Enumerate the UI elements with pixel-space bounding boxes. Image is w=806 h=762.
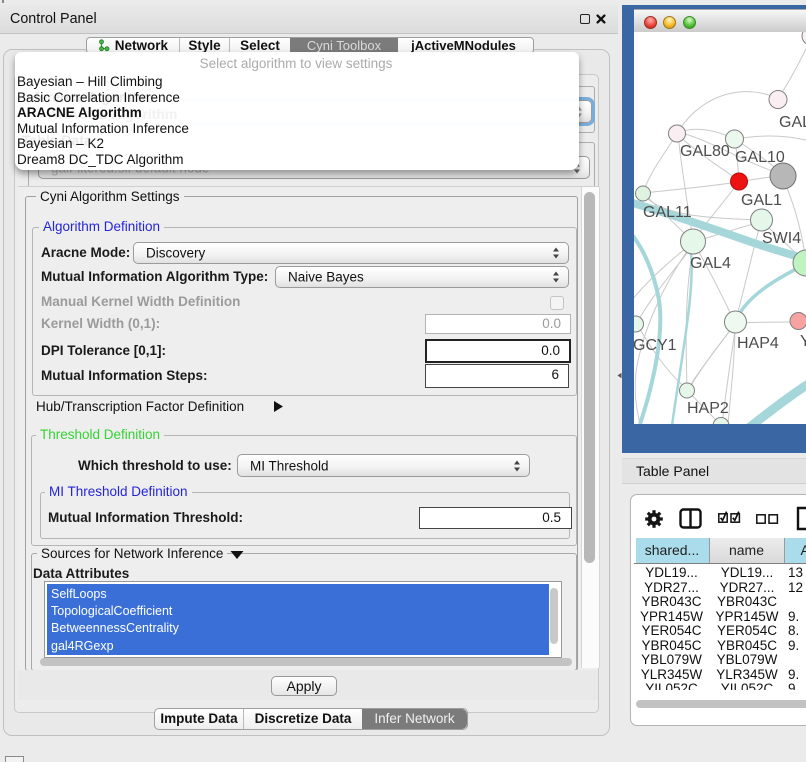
svg-text:GAL2: GAL2: [779, 114, 806, 131]
svg-text:HAP2: HAP2: [687, 400, 729, 417]
svg-text:Y: Y: [800, 333, 806, 350]
svg-text:SWI4: SWI4: [762, 230, 801, 247]
svg-text:GAL11: GAL11: [643, 204, 692, 221]
svg-text:GAL80: GAL80: [680, 143, 730, 160]
svg-text:GAL4: GAL4: [690, 255, 731, 272]
svg-text:GAL10: GAL10: [735, 149, 785, 166]
svg-text:GCY1: GCY1: [634, 337, 677, 354]
svg-text:GAL1: GAL1: [741, 192, 782, 209]
svg-text:HAP4: HAP4: [737, 335, 779, 352]
